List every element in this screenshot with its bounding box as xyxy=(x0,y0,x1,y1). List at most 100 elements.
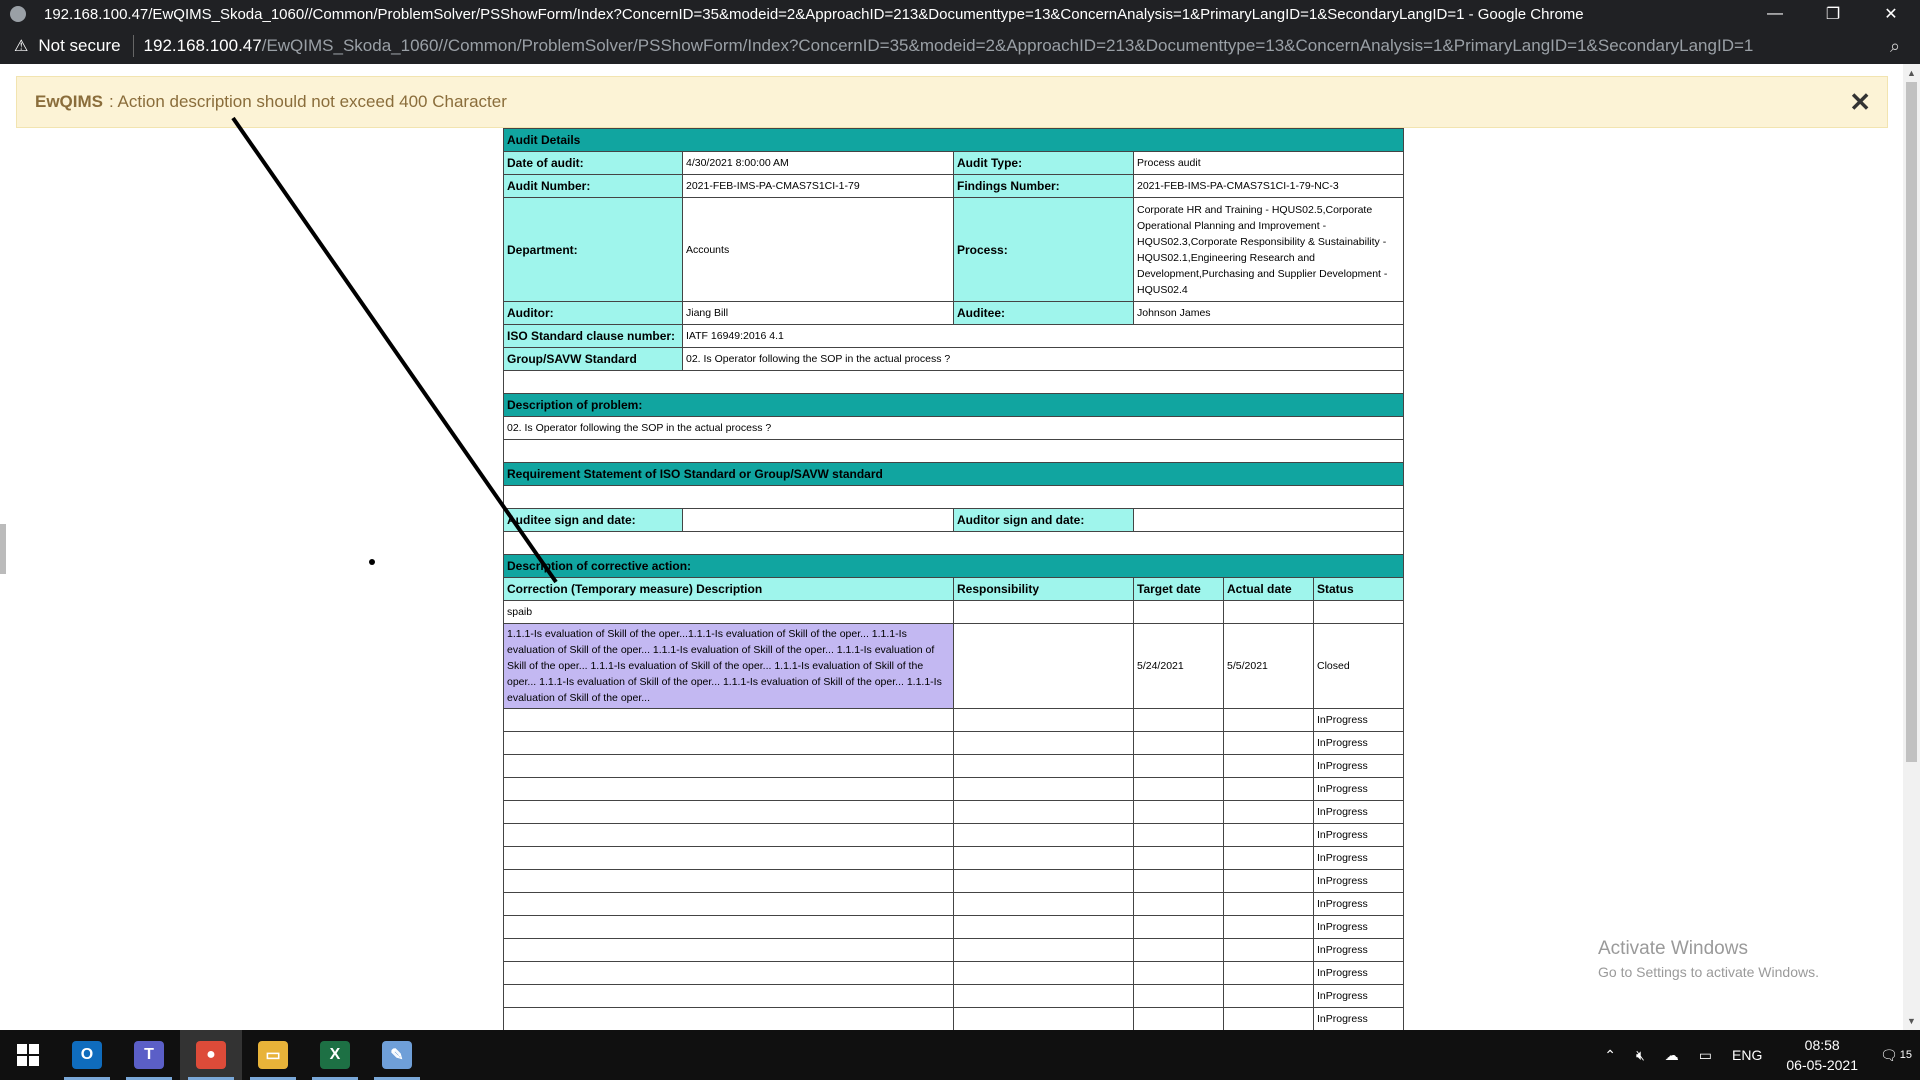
target-date-cell[interactable] xyxy=(1133,1007,1224,1030)
actual-date-cell[interactable] xyxy=(1223,938,1314,962)
responsibility-cell[interactable] xyxy=(953,708,1134,732)
target-date-cell[interactable] xyxy=(1133,800,1224,824)
network-icon[interactable]: ▭ xyxy=(1699,1047,1712,1064)
tray-chevron-icon[interactable]: ⌃ xyxy=(1604,1047,1616,1064)
responsibility-cell[interactable] xyxy=(953,938,1134,962)
target-date-cell[interactable] xyxy=(1133,915,1224,939)
table-row[interactable]: InProgress xyxy=(503,777,1404,801)
start-button[interactable] xyxy=(0,1030,56,1080)
alert-close-icon[interactable]: ✕ xyxy=(1849,89,1871,115)
table-row[interactable]: InProgress xyxy=(503,731,1404,755)
responsibility-cell[interactable] xyxy=(953,754,1134,778)
actual-date-cell[interactable] xyxy=(1223,731,1314,755)
status-cell[interactable]: InProgress xyxy=(1313,800,1404,824)
actual-date-cell[interactable] xyxy=(1223,869,1314,893)
restore-button[interactable]: ❐ xyxy=(1804,0,1862,28)
status-cell[interactable]: InProgress xyxy=(1313,777,1404,801)
actual-date-cell[interactable]: 5/5/2021 xyxy=(1223,623,1314,709)
target-date-cell[interactable] xyxy=(1133,938,1224,962)
notification-center[interactable]: 🗨︎ 15 xyxy=(1872,1047,1920,1064)
warning-icon[interactable]: ⚠ xyxy=(14,36,28,56)
teams-taskbar-button[interactable]: T xyxy=(118,1030,180,1080)
table-row[interactable]: InProgress xyxy=(503,892,1404,916)
chrome-taskbar-button[interactable]: ● xyxy=(180,1030,242,1080)
actual-date-cell[interactable] xyxy=(1223,777,1314,801)
responsibility-cell[interactable] xyxy=(953,984,1134,1008)
target-date-cell[interactable] xyxy=(1133,869,1224,893)
table-row[interactable]: InProgress xyxy=(503,708,1404,732)
status-cell[interactable]: InProgress xyxy=(1313,846,1404,870)
scrollbar-thumb[interactable] xyxy=(1906,82,1917,762)
close-window-button[interactable]: ✕ xyxy=(1862,0,1920,28)
target-date-cell[interactable] xyxy=(1133,984,1224,1008)
action-description-cell[interactable] xyxy=(503,754,954,778)
target-date-cell[interactable] xyxy=(1133,754,1224,778)
table-row[interactable]: InProgress xyxy=(503,823,1404,847)
clock[interactable]: 08:58 06-05-2021 xyxy=(1786,1035,1858,1075)
responsibility-cell[interactable] xyxy=(953,869,1134,893)
status-cell[interactable]: InProgress xyxy=(1313,984,1404,1008)
actual-date-cell[interactable] xyxy=(1223,800,1314,824)
vertical-scrollbar[interactable]: ▲ ▼ xyxy=(1903,64,1920,1030)
action-description-cell[interactable] xyxy=(503,961,954,985)
action-description-cell[interactable] xyxy=(503,892,954,916)
status-cell[interactable]: InProgress xyxy=(1313,1007,1404,1030)
action-description-cell[interactable] xyxy=(503,777,954,801)
status-cell[interactable]: Closed xyxy=(1313,623,1404,709)
actual-date-cell[interactable] xyxy=(1223,754,1314,778)
action-description-cell[interactable] xyxy=(503,938,954,962)
target-date-cell[interactable] xyxy=(1133,961,1224,985)
responsibility-cell[interactable] xyxy=(953,892,1134,916)
target-date-cell[interactable] xyxy=(1133,731,1224,755)
status-cell[interactable]: InProgress xyxy=(1313,938,1404,962)
status-cell[interactable]: InProgress xyxy=(1313,915,1404,939)
status-cell[interactable]: InProgress xyxy=(1313,731,1404,755)
status-cell[interactable]: InProgress xyxy=(1313,869,1404,893)
scroll-down-icon[interactable]: ▼ xyxy=(1907,1016,1916,1026)
responsibility-cell[interactable] xyxy=(953,915,1134,939)
responsibility-cell[interactable] xyxy=(953,777,1134,801)
responsibility-cell[interactable] xyxy=(953,846,1134,870)
minimize-button[interactable]: — xyxy=(1746,0,1804,28)
onedrive-icon[interactable]: ☁ xyxy=(1665,1047,1679,1064)
action-description-cell[interactable] xyxy=(503,1007,954,1030)
target-date-cell[interactable] xyxy=(1133,892,1224,916)
responsibility-cell[interactable] xyxy=(953,1007,1134,1030)
action-description-cell[interactable] xyxy=(503,984,954,1008)
url-text[interactable]: 192.168.100.47/EwQIMS_Skoda_1060//Common… xyxy=(144,36,1890,56)
language-indicator[interactable]: ENG xyxy=(1732,1047,1762,1063)
table-row[interactable]: InProgress xyxy=(503,869,1404,893)
target-date-cell[interactable] xyxy=(1133,846,1224,870)
actual-date-cell[interactable] xyxy=(1223,1007,1314,1030)
target-date-cell[interactable] xyxy=(1133,708,1224,732)
table-row[interactable]: InProgress xyxy=(503,938,1404,962)
action-description-cell[interactable]: 1.1.1-Is evaluation of Skill of the oper… xyxy=(503,623,954,709)
action-description-cell[interactable] xyxy=(503,846,954,870)
status-cell[interactable]: InProgress xyxy=(1313,961,1404,985)
action-description-cell[interactable] xyxy=(503,823,954,847)
responsibility-cell[interactable] xyxy=(953,961,1134,985)
paint-taskbar-button[interactable]: ✎ xyxy=(366,1030,428,1080)
not-secure-label[interactable]: Not secure xyxy=(38,36,120,56)
volume-icon[interactable]: 🔇︎ xyxy=(1636,1047,1645,1064)
table-row[interactable]: InProgress xyxy=(503,984,1404,1008)
status-cell[interactable]: InProgress xyxy=(1313,708,1404,732)
target-date-cell[interactable] xyxy=(1133,777,1224,801)
responsibility-cell[interactable] xyxy=(953,623,1134,709)
actual-date-cell[interactable] xyxy=(1223,984,1314,1008)
action-description-cell[interactable] xyxy=(503,708,954,732)
status-cell[interactable]: InProgress xyxy=(1313,823,1404,847)
file-explorer-taskbar-button[interactable]: ▭ xyxy=(242,1030,304,1080)
table-row[interactable]: 1.1.1-Is evaluation of Skill of the oper… xyxy=(503,623,1404,709)
outlook-taskbar-button[interactable]: O xyxy=(56,1030,118,1080)
table-row[interactable]: InProgress xyxy=(503,800,1404,824)
table-row[interactable]: InProgress xyxy=(503,961,1404,985)
excel-taskbar-button[interactable]: X xyxy=(304,1030,366,1080)
target-date-cell[interactable]: 5/24/2021 xyxy=(1133,623,1224,709)
status-cell[interactable]: InProgress xyxy=(1313,892,1404,916)
address-bar[interactable]: ⚠ Not secure 192.168.100.47/EwQIMS_Skoda… xyxy=(0,28,1920,64)
table-row[interactable]: InProgress xyxy=(503,915,1404,939)
action-description-cell[interactable] xyxy=(503,915,954,939)
actual-date-cell[interactable] xyxy=(1223,915,1314,939)
table-row[interactable]: InProgress xyxy=(503,846,1404,870)
